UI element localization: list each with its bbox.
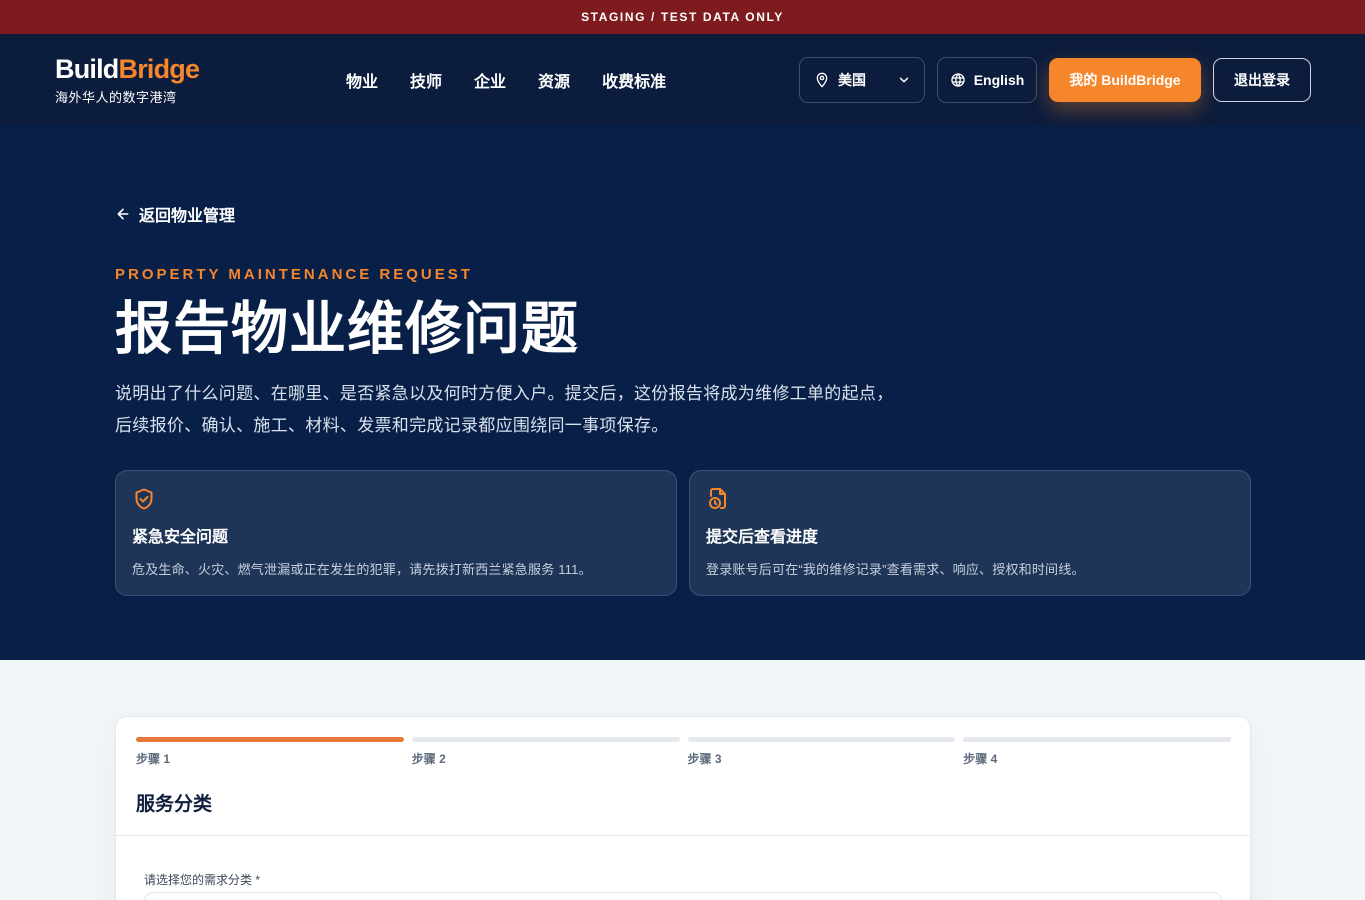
info-card-title: 提交后查看进度 [706, 529, 819, 546]
map-pin-icon [816, 72, 828, 88]
step-4-bar [963, 737, 1231, 742]
nav-link-pricing[interactable]: 收费标准 [602, 68, 666, 92]
step-progress: 步骤 1 步骤 2 步骤 3 步骤 4 [136, 737, 1231, 767]
section-title: 服务分类 [136, 794, 213, 815]
region-label: 美国 [838, 72, 866, 88]
logo-tagline: 海外华人的数字港湾 [55, 90, 177, 105]
section-divider [116, 835, 1250, 836]
staging-banner-text: STAGING / TEST DATA ONLY [581, 10, 784, 24]
category-select[interactable] [144, 892, 1222, 900]
info-card-progress: 提交后查看进度 登录账号后可在“我的维修记录”查看需求、响应、授权和时间线。 [689, 470, 1251, 596]
step-3-label: 步骤 3 [687, 752, 722, 766]
chevron-down-icon [897, 73, 911, 87]
main-nav: 物业 技师 企业 资源 收费标准 [346, 68, 666, 92]
step-1: 步骤 1 [136, 737, 404, 767]
globe-icon [951, 73, 965, 87]
hero-description: 说明出了什么问题、在哪里、是否紧急以及何时方便入户。提交后，这份报告将成为维修工… [115, 384, 894, 435]
step-1-bar [136, 737, 404, 742]
info-card-emergency: 紧急安全问题 危及生命、火灾、燃气泄漏或正在发生的犯罪，请先拨打新西兰紧急服务 … [115, 470, 677, 596]
brand-logo[interactable]: BuildBridge 海外华人的数字港湾 [55, 54, 201, 106]
top-navbar: BuildBridge 海外华人的数字港湾 物业 技师 企业 资源 收费标准 美… [0, 34, 1365, 126]
file-clock-icon [709, 488, 726, 509]
step-3: 步骤 3 [687, 737, 956, 767]
step-1-label: 步骤 1 [136, 752, 171, 766]
language-label: English [973, 72, 1025, 88]
step-2-label: 步骤 2 [411, 752, 446, 766]
info-card-text: 危及生命、火灾、燃气泄漏或正在发生的犯罪，请先拨打新西兰紧急服务 111。 [132, 562, 592, 577]
info-card-title: 紧急安全问题 [132, 529, 229, 546]
step-4: 步骤 4 [963, 737, 1231, 767]
category-field-label: 请选择您的需求分类 * [144, 873, 261, 887]
logo-wordmark: BuildBridge [55, 54, 201, 84]
nav-link-resources[interactable]: 资源 [538, 68, 570, 92]
step-4-label: 步骤 4 [963, 752, 998, 766]
back-link-label: 返回物业管理 [139, 208, 236, 225]
hero-section: 返回物业管理 PROPERTY MAINTENANCE REQUEST 报告物业… [0, 126, 1365, 660]
step-2-bar [411, 737, 680, 742]
nav-link-technicians[interactable]: 技师 [410, 68, 442, 92]
hero-eyebrow: PROPERTY MAINTENANCE REQUEST [115, 266, 473, 283]
back-link[interactable]: 返回物业管理 [115, 202, 235, 226]
language-button[interactable]: English [937, 57, 1037, 103]
region-select[interactable]: 美国 [799, 57, 925, 103]
logo-part-bridge: Bridge [118, 54, 201, 84]
info-card-text: 登录账号后可在“我的维修记录”查看需求、响应、授权和时间线。 [706, 562, 1085, 577]
logout-button[interactable]: 退出登录 [1213, 58, 1311, 102]
staging-banner: STAGING / TEST DATA ONLY [0, 0, 1365, 34]
logo-part-build: Build [55, 54, 119, 84]
step-3-bar [687, 737, 956, 742]
my-buildbridge-button[interactable]: 我的 BuildBridge [1049, 58, 1201, 102]
nav-link-property[interactable]: 物业 [346, 68, 378, 92]
step-2: 步骤 2 [411, 737, 680, 767]
nav-link-business[interactable]: 企业 [474, 68, 506, 92]
arrow-left-icon [117, 208, 129, 220]
request-form-card: 步骤 1 步骤 2 步骤 3 步骤 4 服务分类 请选择您的需求分类 * [115, 716, 1251, 900]
page-title: 报告物业维修问题 [115, 297, 579, 361]
shield-check-icon [135, 488, 153, 510]
